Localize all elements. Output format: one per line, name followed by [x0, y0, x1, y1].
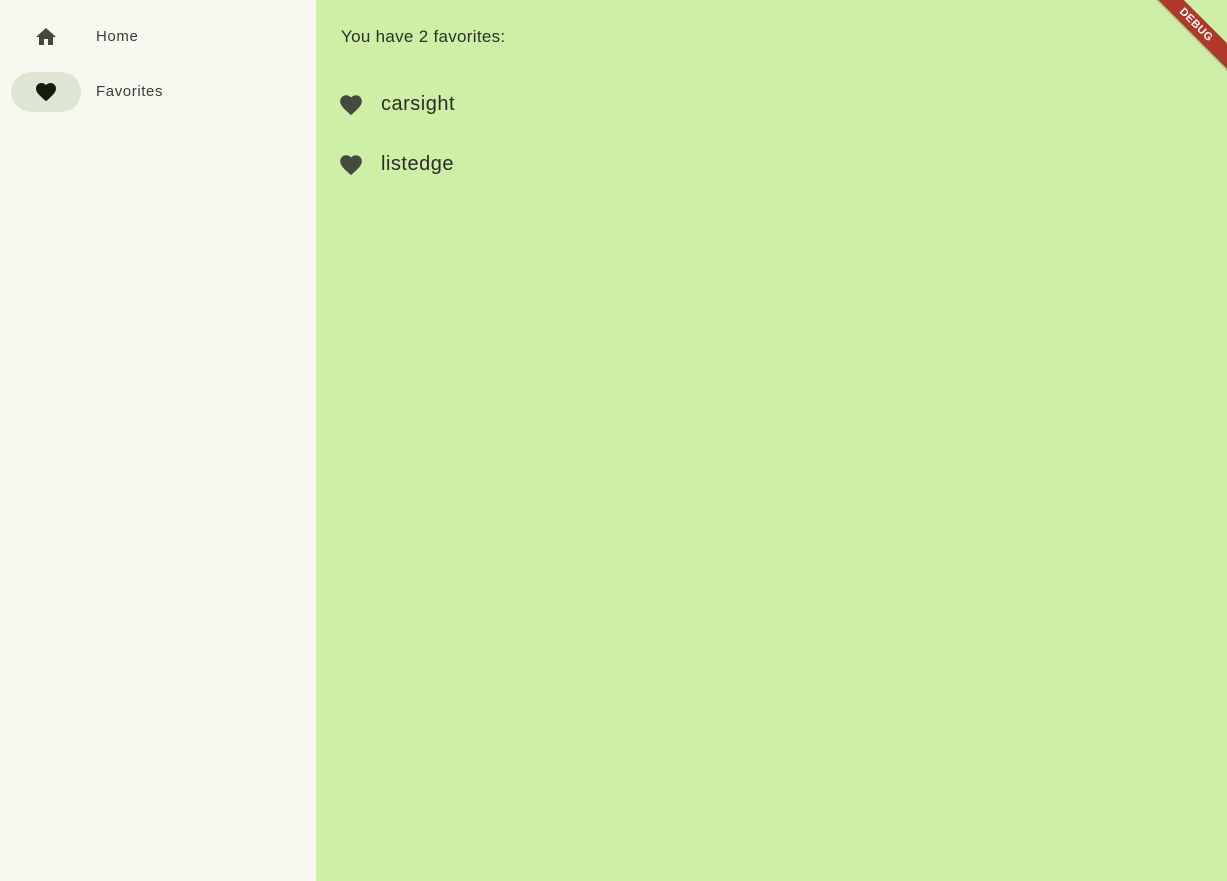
- list-item[interactable]: carsight: [316, 76, 1227, 132]
- debug-banner: DEBUG: [1143, 0, 1227, 78]
- nav-item-favorites[interactable]: Favorites: [0, 64, 316, 120]
- favorites-count-text: You have 2 favorites:: [341, 27, 506, 46]
- heart-icon: [338, 152, 364, 178]
- nav-item-label: Home: [96, 28, 139, 45]
- favorites-page: You have 2 favorites: carsight listedge …: [316, 0, 1227, 881]
- heart-icon: [338, 92, 364, 118]
- nav-item-label: Favorites: [96, 83, 164, 100]
- navigation-rail: Home Favorites: [0, 0, 316, 881]
- list-item-title: listedge: [381, 153, 454, 175]
- list-item[interactable]: listedge: [316, 136, 1227, 192]
- home-icon: [34, 25, 58, 49]
- list-item-title: carsight: [381, 93, 456, 115]
- nav-item-home[interactable]: Home: [0, 9, 316, 65]
- heart-icon: [34, 80, 58, 104]
